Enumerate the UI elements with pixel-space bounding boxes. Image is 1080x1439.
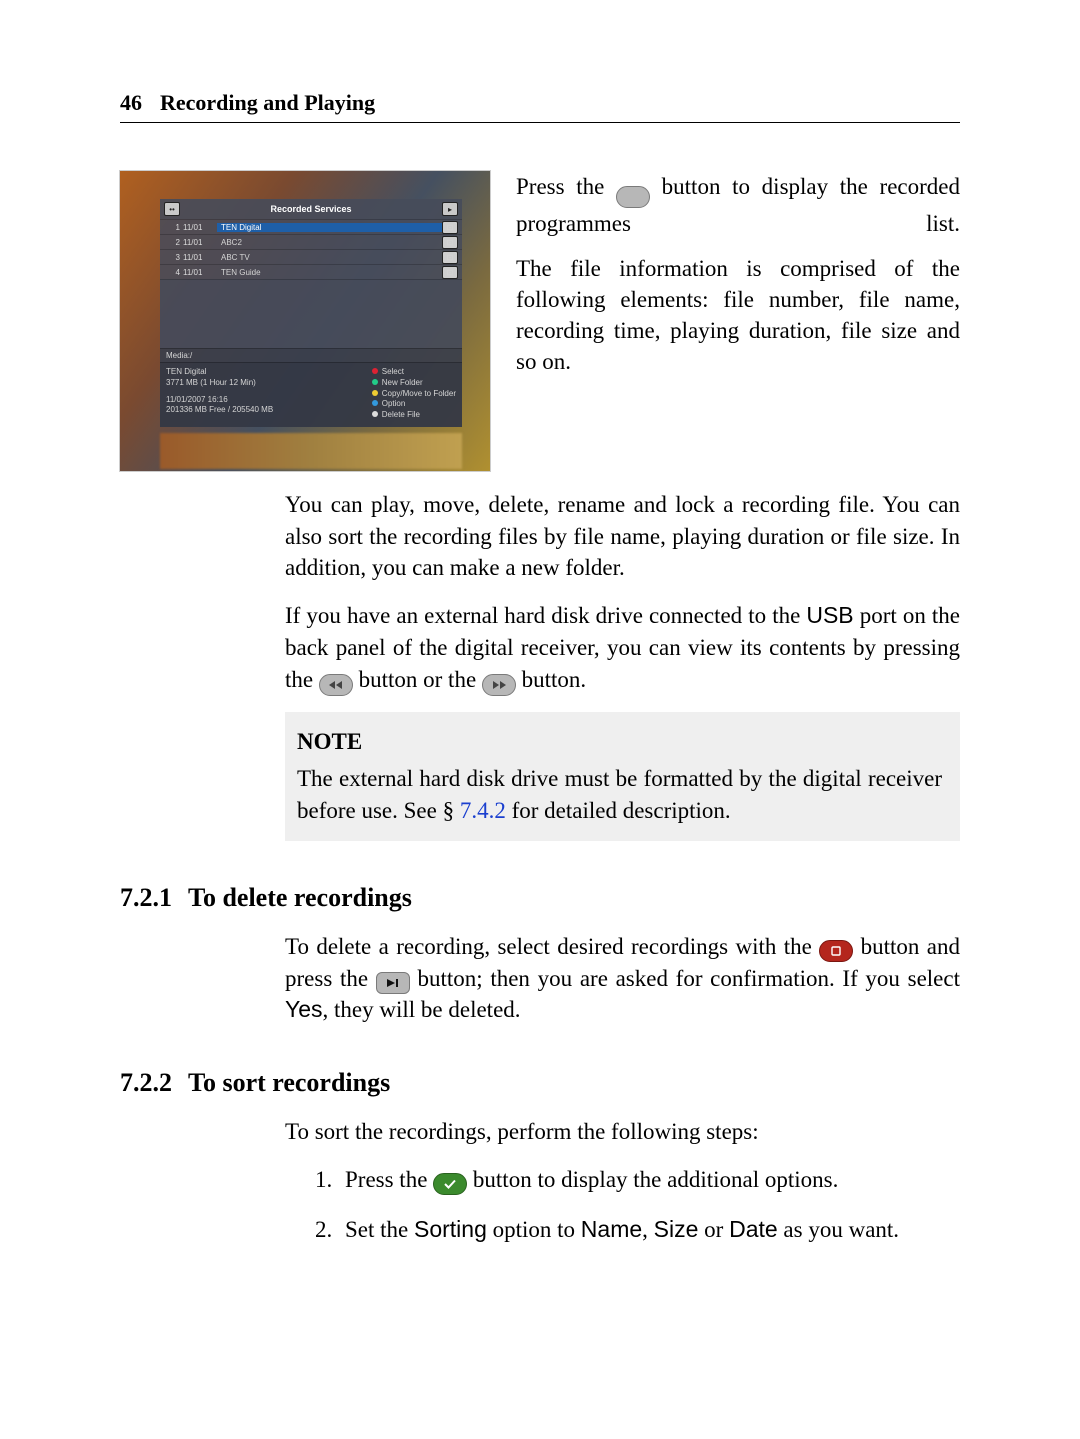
forward-button-icon (482, 674, 516, 696)
intro-p1: Press the button to display the recorded… (516, 171, 960, 239)
page-number: 46 (120, 90, 142, 116)
screenshot: •• Recorded Services ▸ 1 11/01 TEN Digit… (120, 171, 490, 471)
chapter-title: Recording and Playing (160, 90, 375, 116)
osd-channel: TEN Digital (166, 367, 362, 378)
osd-screenshot: •• Recorded Services ▸ 1 11/01 TEN Digit… (120, 171, 490, 471)
page-header: 46 Recording and Playing (120, 90, 960, 123)
sec722-body: To sort the recordings, perform the foll… (285, 1116, 960, 1245)
osd-footer: TEN Digital 3771 MB (1 Hour 12 Min) 11/0… (160, 362, 462, 427)
osd-left-chip-icon: •• (164, 202, 180, 216)
osd-free: 201336 MB Free / 205540 MB (166, 405, 362, 416)
green-check-button-icon (433, 1173, 467, 1195)
sec721-p: To delete a recording, select desired re… (285, 931, 960, 1026)
body-block: You can play, move, delete, rename and l… (285, 489, 960, 696)
osd-size-duration: 3771 MB (1 Hour 12 Min) (166, 378, 362, 389)
osd-right-chip-icon: ▸ (442, 202, 458, 216)
sec722-intro: To sort the recordings, perform the foll… (285, 1116, 960, 1148)
table-row: 2 11/01 ABC2 ⊡ (160, 234, 462, 249)
figure-and-intro: •• Recorded Services ▸ 1 11/01 TEN Digit… (120, 171, 960, 471)
osd-datetime: 11/01/2007 16:16 (166, 395, 362, 406)
list-button-icon (616, 186, 650, 208)
steps-list: Press the button to display the addition… (315, 1164, 960, 1245)
osd-title: Recorded Services (270, 204, 351, 214)
osd-titlebar: •• Recorded Services ▸ (160, 199, 462, 219)
section-7-2-1-heading: 7.2.1 To delete recordings (120, 883, 960, 913)
intro-p2: The file information is comprised of the… (516, 253, 960, 377)
section-7-2-2-heading: 7.2.2 To sort recordings (120, 1068, 960, 1098)
red-button-icon (819, 940, 853, 962)
body-p4: If you have an external hard disk drive … (285, 600, 960, 695)
row-icon: ⊡ (442, 251, 458, 264)
body-p3: You can play, move, delete, rename and l… (285, 489, 960, 584)
note-text: The external hard disk drive must be for… (297, 763, 942, 826)
row-icon: ⊡ (442, 266, 458, 279)
sec721-body: To delete a recording, select desired re… (285, 931, 960, 1026)
row-icon: ⊡ (442, 236, 458, 249)
list-item: Set the Sorting option to Name, Size or … (315, 1214, 960, 1246)
note-title: NOTE (297, 726, 942, 758)
osd-media-path: Media:/ (160, 348, 462, 362)
list-item: Press the button to display the addition… (315, 1164, 960, 1196)
note-box: NOTE The external hard disk drive must b… (285, 712, 960, 841)
osd-table: 1 11/01 TEN Digital ⊡ 2 11/01 ABC2 ⊡ (160, 219, 462, 348)
table-row: 3 11/01 ABC TV ⊡ (160, 249, 462, 264)
table-row: 1 11/01 TEN Digital ⊡ (160, 219, 462, 234)
note-link[interactable]: 7.4.2 (460, 798, 506, 823)
rewind-button-icon (319, 674, 353, 696)
row-icon: ⊡ (442, 221, 458, 234)
table-row: 4 11/01 TEN Guide ⊡ (160, 264, 462, 279)
page: 46 Recording and Playing •• Recorded Ser… (0, 0, 1080, 1439)
next-track-button-icon (376, 972, 410, 994)
